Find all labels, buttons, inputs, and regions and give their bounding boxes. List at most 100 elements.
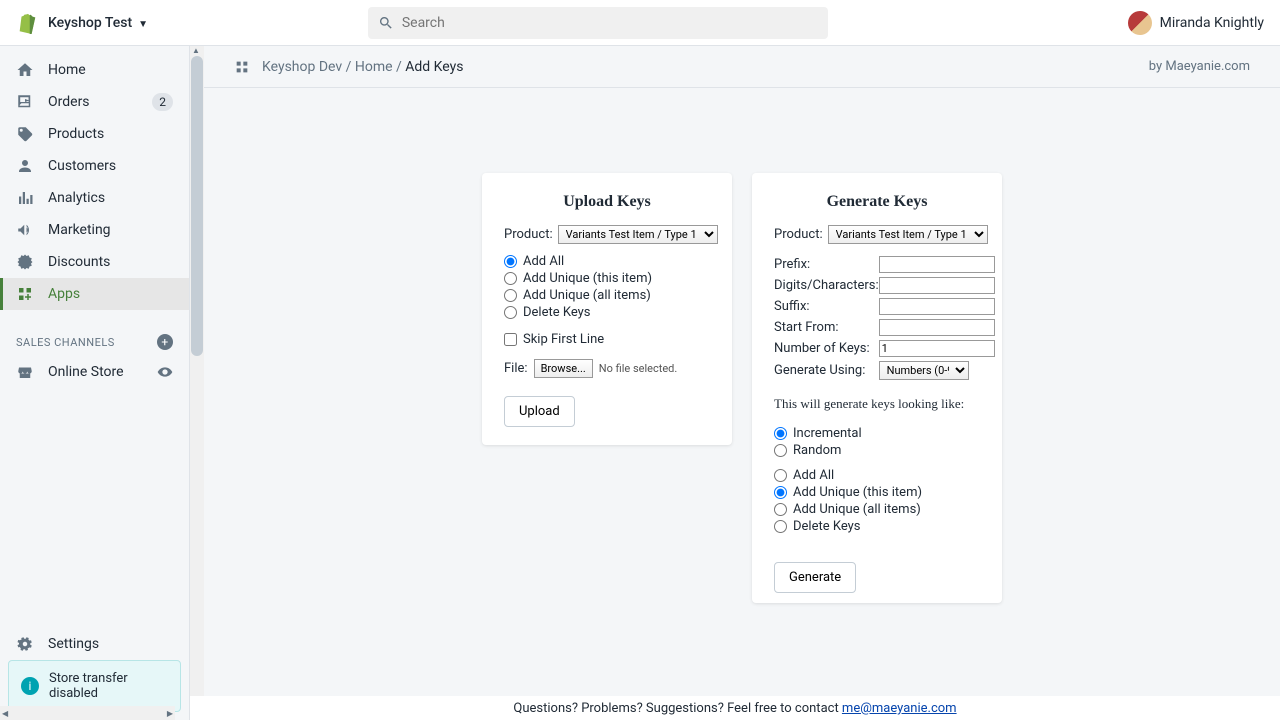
nav-discounts[interactable]: Discounts — [0, 246, 189, 278]
radio-delete-keys[interactable] — [504, 306, 517, 319]
skip-first-line-checkbox[interactable] — [504, 333, 517, 346]
info-icon: i — [21, 677, 39, 695]
gear-icon — [16, 635, 34, 653]
search-bar[interactable] — [368, 7, 828, 39]
product-select[interactable]: Variants Test Item / Type 1 — [558, 225, 718, 244]
store-icon — [16, 363, 34, 381]
nav-apps[interactable]: Apps — [0, 278, 189, 310]
radio-incremental[interactable] — [774, 427, 787, 440]
nav-home[interactable]: Home — [0, 54, 189, 86]
radio-add-unique-item[interactable] — [504, 272, 517, 285]
radio-gen-add-unique-all[interactable] — [774, 503, 787, 516]
nav-label: Products — [48, 126, 104, 142]
radio-label: Incremental — [793, 426, 862, 441]
card-title: Generate Keys — [774, 193, 980, 211]
nav-label: Settings — [48, 636, 99, 652]
using-select[interactable]: Numbers (0-9) — [879, 361, 969, 380]
digits-input[interactable] — [879, 277, 995, 294]
app-icon — [234, 59, 250, 75]
h-scrollbar[interactable]: ◀▶ — [0, 706, 175, 720]
file-status: No file selected. — [599, 362, 678, 375]
top-bar: Keyshop Test ▼ Miranda Knightly — [0, 0, 1280, 46]
generate-button[interactable]: Generate — [774, 562, 856, 593]
contact-link[interactable]: me@maeyanie.com — [842, 701, 957, 716]
store-switcher[interactable]: Keyshop Test ▼ — [48, 15, 148, 31]
crumb-current: Add Keys — [405, 59, 463, 75]
eye-icon[interactable] — [157, 364, 173, 380]
preview-text: This will generate keys looking like: — [774, 396, 980, 412]
nav-settings[interactable]: Settings — [0, 628, 189, 660]
person-icon — [16, 157, 34, 175]
byline: by Maeyanie.com — [1149, 59, 1250, 74]
store-name: Keyshop Test — [48, 15, 132, 31]
num-label: Number of Keys: — [774, 338, 879, 359]
shopify-logo — [16, 12, 38, 34]
radio-gen-delete-keys[interactable] — [774, 520, 787, 533]
start-input[interactable] — [879, 319, 995, 336]
radio-gen-add-all[interactable] — [774, 469, 787, 482]
radio-label: Add Unique (this item) — [793, 485, 922, 500]
product-select[interactable]: Variants Test Item / Type 1 — [828, 225, 988, 244]
home-icon — [16, 61, 34, 79]
section-header: SALES CHANNELS + — [0, 318, 189, 356]
nav-marketing[interactable]: Marketing — [0, 214, 189, 246]
nav-label: Orders — [48, 94, 90, 110]
nav-products[interactable]: Products — [0, 118, 189, 150]
nav-customers[interactable]: Customers — [0, 150, 189, 182]
nav-label: Marketing — [48, 222, 111, 238]
product-label: Product: — [774, 227, 823, 242]
card-title: Upload Keys — [504, 193, 710, 211]
megaphone-icon — [16, 221, 34, 239]
nav-orders[interactable]: Orders 2 — [0, 86, 189, 118]
radio-label: Add All — [523, 254, 564, 269]
crumb-app[interactable]: Keyshop Dev — [262, 59, 342, 75]
suffix-input[interactable] — [879, 298, 995, 315]
section-label: SALES CHANNELS — [16, 336, 115, 349]
nav-label: Discounts — [48, 254, 110, 270]
radio-label: Add All — [793, 468, 834, 483]
search-icon — [378, 15, 394, 31]
add-channel-button[interactable]: + — [157, 334, 173, 350]
digits-label: Digits/Characters: — [774, 275, 879, 296]
radio-label: Delete Keys — [523, 305, 591, 320]
num-keys-input[interactable] — [879, 340, 995, 357]
nav-label: Online Store — [48, 364, 124, 380]
generate-card: Generate Keys Product: Variants Test Item… — [752, 173, 1002, 603]
transfer-notice: i Store transfer disabled — [8, 660, 181, 712]
footer: Questions? Problems? Suggestions? Feel f… — [204, 696, 1280, 720]
search-input[interactable] — [402, 15, 818, 31]
upload-card: Upload Keys Product:Variants Test Item /… — [482, 173, 732, 445]
checkbox-label: Skip First Line — [523, 332, 604, 347]
radio-label: Add Unique (all items) — [523, 288, 651, 303]
upload-button[interactable]: Upload — [504, 396, 575, 427]
suffix-label: Suffix: — [774, 296, 879, 317]
browse-button[interactable]: Browse... — [534, 359, 593, 378]
v-scrollbar[interactable]: ▲▼ — [190, 46, 204, 720]
breadcrumb: Keyshop Dev / Home / Add Keys by Maeyani… — [204, 46, 1280, 88]
radio-random[interactable] — [774, 444, 787, 457]
nav-online-store[interactable]: Online Store — [0, 356, 189, 388]
orders-badge: 2 — [152, 93, 173, 111]
crumb-home[interactable]: Home — [355, 59, 393, 75]
nav-analytics[interactable]: Analytics — [0, 182, 189, 214]
start-label: Start From: — [774, 317, 879, 338]
chart-icon — [16, 189, 34, 207]
discount-icon — [16, 253, 34, 271]
radio-add-all[interactable] — [504, 255, 517, 268]
radio-add-unique-all[interactable] — [504, 289, 517, 302]
nav-label: Customers — [48, 158, 116, 174]
tag-icon — [16, 125, 34, 143]
prefix-input[interactable] — [879, 256, 995, 273]
nav-label: Apps — [48, 286, 80, 302]
caret-down-icon: ▼ — [138, 19, 148, 30]
prefix-label: Prefix: — [774, 254, 879, 275]
user-menu[interactable]: Miranda Knightly — [1128, 11, 1264, 35]
nav-label: Analytics — [48, 190, 105, 206]
radio-gen-add-unique-item[interactable] — [774, 486, 787, 499]
user-name: Miranda Knightly — [1160, 15, 1264, 31]
footer-text: Questions? Problems? Suggestions? Feel f… — [513, 701, 842, 716]
file-label: File: — [504, 361, 528, 376]
notice-text: Store transfer disabled — [49, 671, 168, 701]
avatar — [1128, 11, 1152, 35]
radio-label: Add Unique (this item) — [523, 271, 652, 286]
